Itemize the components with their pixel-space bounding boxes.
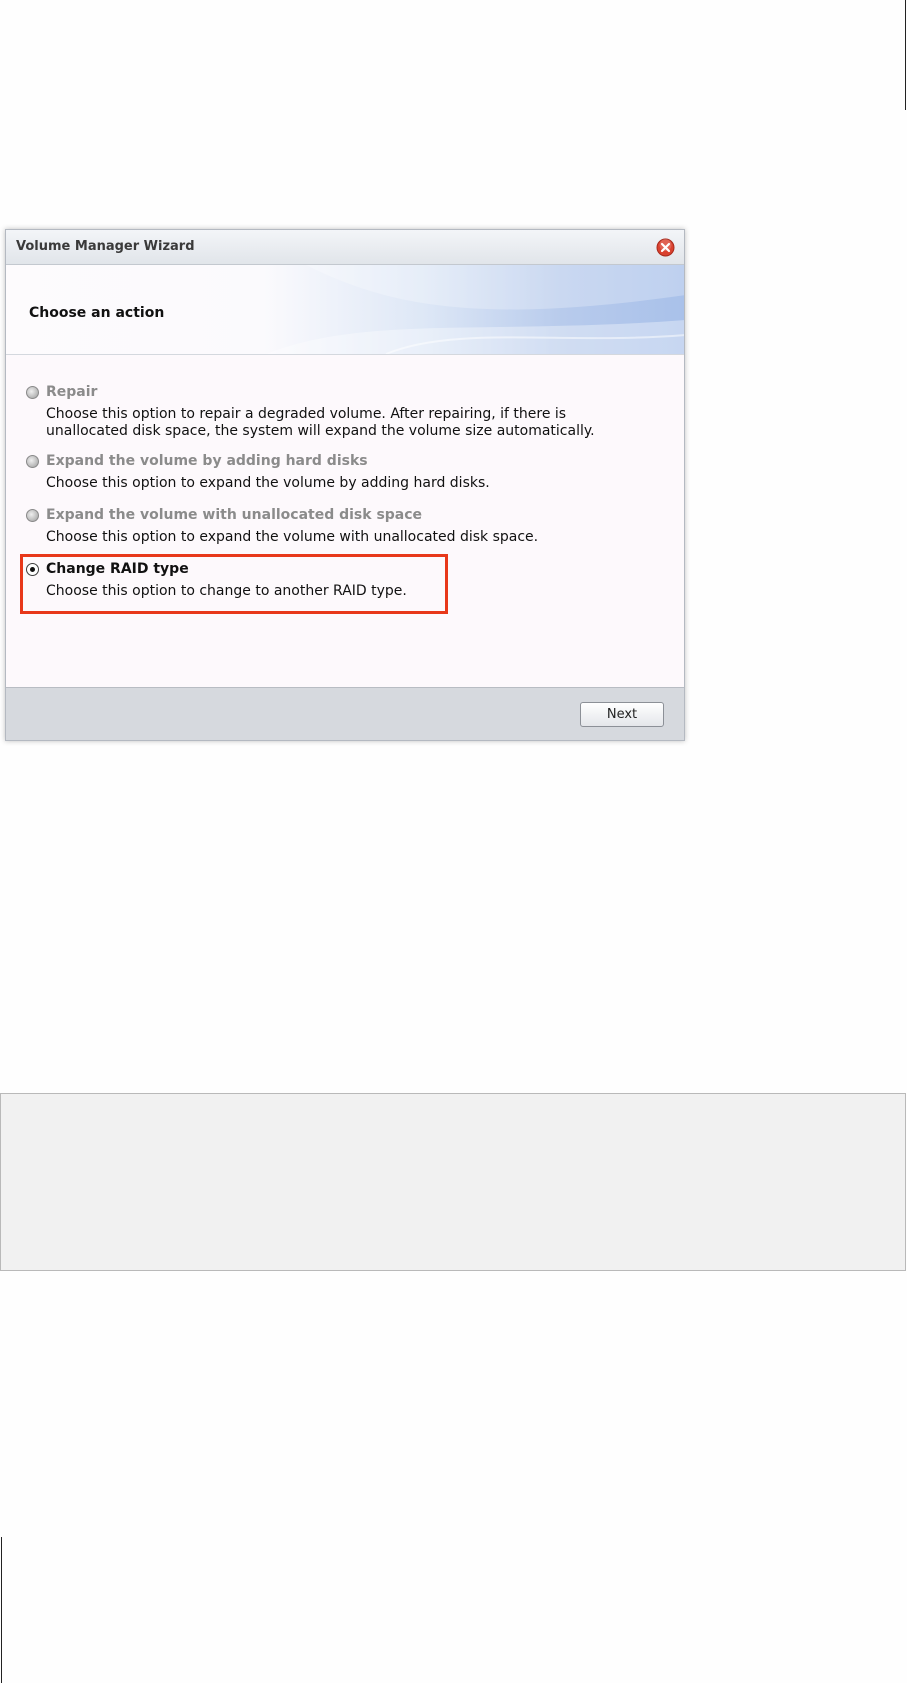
page-edge-rule: [1, 1537, 2, 1683]
expand-adding-disks-radio: [26, 455, 39, 468]
option-description: Choose this option to expand the volume …: [46, 475, 490, 491]
volume-manager-wizard-dialog: Volume Manager Wizard Choose an action R…: [5, 229, 685, 741]
option-description: Choose this option to repair a degraded …: [46, 406, 595, 439]
wizard-step-title: Choose an action: [29, 305, 165, 321]
close-icon[interactable]: [656, 238, 675, 257]
highlight-annotation-box: [20, 554, 448, 614]
note-box: [0, 1093, 906, 1271]
wizard-options-panel: Repair Choose this option to repair a de…: [6, 355, 684, 687]
option-description: Choose this option to expand the volume …: [46, 529, 539, 545]
page-edge-rule: [905, 0, 906, 110]
dialog-footer: Next: [6, 687, 684, 740]
option-label: Expand the volume with unallocated disk …: [46, 507, 423, 523]
wizard-header: Choose an action: [6, 265, 684, 355]
option-label: Expand the volume by adding hard disks: [46, 453, 368, 469]
next-button[interactable]: Next: [580, 702, 664, 727]
dialog-title: Volume Manager Wizard: [16, 239, 195, 254]
repair-radio: [26, 386, 39, 399]
option-label: Repair: [46, 384, 98, 400]
expand-unallocated-radio: [26, 509, 39, 522]
dialog-titlebar: Volume Manager Wizard: [6, 230, 684, 265]
